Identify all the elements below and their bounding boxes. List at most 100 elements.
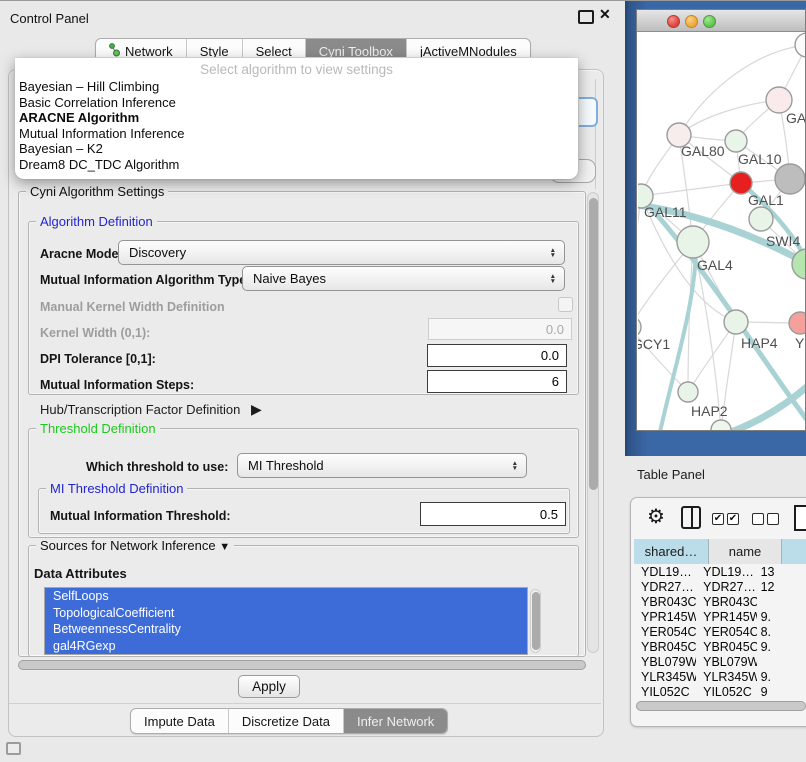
table-row[interactable]: YLR345WYLR345W9.: [634, 669, 806, 684]
table-column-header[interactable]: name: [709, 539, 782, 564]
table-cell: 9.: [757, 610, 806, 624]
table-row[interactable]: YPR145WYPR145W9.: [634, 609, 806, 624]
hub-definition-expander[interactable]: Hub/Transcription Factor Definition ▶: [40, 401, 262, 418]
table-row[interactable]: YBL079WYBL079W: [634, 654, 806, 669]
network-window-titlebar[interactable]: [637, 10, 805, 32]
table-column-header[interactable]: shared…: [634, 539, 709, 564]
algorithm-option[interactable]: Mutual Information Inference: [15, 126, 578, 142]
docked-panel-icon[interactable]: [6, 742, 21, 755]
expand-right-icon: ▶: [251, 401, 262, 417]
mi-threshold-label: Mutual Information Threshold:: [50, 509, 231, 523]
threshold-definition-title: Threshold Definition: [36, 422, 160, 436]
dpi-tolerance-label: DPI Tolerance [0,1]:: [40, 352, 156, 366]
algorithm-option[interactable]: Basic Correlation Inference: [15, 95, 578, 111]
table-cell: YBR045C: [696, 640, 757, 654]
network-canvas[interactable]: GALGAL80GAL10GAL1GAL11SWI4GAL4GCY1HAP4YH…: [638, 32, 806, 430]
table-row[interactable]: YER054CYER054C8.: [634, 624, 806, 639]
table-cell: 9: [757, 685, 806, 699]
close-icon[interactable]: ✕: [599, 6, 611, 23]
settings-vscrollbar-thumb[interactable]: [589, 198, 598, 490]
table-cell: YIL052C: [696, 685, 757, 699]
unchecked-checkbox-icon[interactable]: [752, 513, 764, 525]
attr-list-vscrollbar[interactable]: [530, 589, 541, 653]
sources-group-title[interactable]: Sources for Network Inference ▼: [36, 539, 234, 554]
algorithm-option[interactable]: Bayesian – Hill Climbing: [15, 79, 578, 95]
table-cell: YPR145W: [634, 610, 696, 624]
bottom-tab-impute-data[interactable]: Impute Data: [131, 709, 229, 733]
node-label: GAL11: [644, 204, 687, 220]
table-header-row: shared…name: [634, 539, 806, 564]
aracne-mode-select[interactable]: Discovery ▲▼: [118, 240, 565, 265]
table-cell: 8.: [757, 625, 806, 639]
combo-arrows-icon: ▲▼: [512, 461, 518, 471]
manual-kernel-label: Manual Kernel Width Definition: [40, 300, 225, 314]
apply-button[interactable]: Apply: [238, 675, 300, 698]
which-threshold-select[interactable]: MI Threshold ▲▼: [237, 453, 527, 478]
table-cell: YDL19…: [696, 565, 757, 579]
network-node[interactable]: [730, 172, 752, 194]
unchecked-checkbox-icon[interactable]: [767, 513, 779, 525]
node-label: HAP4: [741, 335, 778, 351]
algorithm-dropdown[interactable]: Select algorithm to view settings Bayesi…: [15, 58, 578, 179]
table-cell: YBL079W: [696, 655, 757, 669]
attribute-list-item[interactable]: TopologicalCoefficient: [45, 605, 527, 622]
table-cell: 9.: [757, 670, 806, 684]
table-cell: YER054C: [634, 625, 696, 639]
minimize-traffic-light-icon[interactable]: [685, 15, 698, 28]
checked-checkbox-icon[interactable]: ✔: [712, 513, 724, 525]
network-node[interactable]: [775, 164, 805, 194]
manual-kernel-checkbox[interactable]: [558, 297, 573, 312]
network-node[interactable]: [638, 316, 641, 338]
mi-threshold-field[interactable]: 0.5: [420, 502, 566, 526]
network-node[interactable]: [724, 310, 748, 334]
table-hscrollbar-thumb[interactable]: [636, 701, 806, 711]
settings-hscrollbar-thumb[interactable]: [18, 660, 586, 670]
network-node[interactable]: [711, 420, 731, 430]
network-node[interactable]: [677, 226, 709, 258]
mi-type-select[interactable]: Naive Bayes ▲▼: [242, 266, 565, 291]
panel-title: Control Panel: [10, 11, 89, 26]
algorithm-option[interactable]: Bayesian – K2: [15, 141, 578, 157]
algorithm-option[interactable]: ARACNE Algorithm: [15, 110, 578, 126]
tab-label: Network: [125, 44, 173, 59]
hub-definition-label: Hub/Transcription Factor Definition: [40, 402, 240, 417]
checked-checkbox-icon[interactable]: ✔: [727, 513, 739, 525]
table-cell: YLR345W: [696, 670, 757, 684]
dpi-tolerance-field[interactable]: 0.0: [427, 344, 567, 367]
network-node[interactable]: [678, 382, 698, 402]
float-window-icon[interactable]: [578, 10, 594, 24]
algorithm-option[interactable]: Dream8 DC_TDC Algorithm: [15, 157, 578, 173]
gear-icon[interactable]: ⚙: [647, 507, 665, 527]
close-traffic-light-icon[interactable]: [667, 15, 680, 28]
node-label: GCY1: [638, 336, 670, 352]
network-node[interactable]: [789, 312, 806, 334]
bottom-tab-infer-network[interactable]: Infer Network: [344, 709, 447, 733]
table-row[interactable]: YDL19…YDL19…13: [634, 564, 806, 579]
network-node[interactable]: [725, 130, 747, 152]
bottom-tab-discretize-data[interactable]: Discretize Data: [229, 709, 344, 733]
network-edge: [641, 183, 741, 196]
data-attributes-list[interactable]: SelfLoopsTopologicalCoefficientBetweenne…: [44, 587, 528, 655]
panel-divider: [9, 703, 601, 704]
attribute-list-item[interactable]: BetweennessCentrality: [45, 621, 527, 638]
column-layout-icon[interactable]: [681, 506, 701, 529]
table-column-header[interactable]: [782, 539, 806, 564]
table-row[interactable]: YDR27…YDR27…12: [634, 579, 806, 594]
attribute-list-item[interactable]: SelfLoops: [45, 588, 527, 605]
network-node[interactable]: [795, 33, 806, 57]
table-cell: YDL19…: [634, 565, 696, 579]
zoom-traffic-light-icon[interactable]: [703, 15, 716, 28]
table-row[interactable]: YBR045CYBR045C9.: [634, 639, 806, 654]
attr-list-vscrollbar-thumb[interactable]: [532, 592, 540, 650]
table-cell: 9.: [757, 640, 806, 654]
table-cell: YDR27…: [634, 580, 696, 594]
network-window: GALGAL80GAL10GAL1GAL11SWI4GAL4GCY1HAP4YH…: [636, 9, 806, 431]
settings-vscrollbar[interactable]: [587, 192, 599, 653]
document-icon[interactable]: [794, 505, 806, 531]
table-row[interactable]: YBR043CYBR043C: [634, 594, 806, 609]
attribute-list-item[interactable]: gal4RGexp: [45, 638, 527, 655]
network-node[interactable]: [749, 207, 773, 231]
mi-steps-field[interactable]: 6: [427, 370, 567, 393]
kernel-width-field[interactable]: 0.0: [428, 318, 572, 340]
table-row[interactable]: YIL052CYIL052C9: [634, 684, 806, 699]
